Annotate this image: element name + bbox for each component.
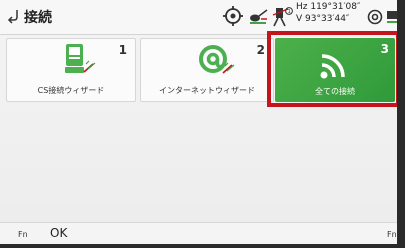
screen: 接続 1 Hz 119°31′08″ V 93°33′44″ 1 CS接続ウィザ… <box>0 0 405 248</box>
device-bezel <box>0 244 405 248</box>
fn-key-left[interactable]: Fn <box>18 230 28 239</box>
at-sign-status-icon[interactable] <box>366 5 384 27</box>
instrument-level-icon[interactable]: 1 <box>270 5 294 27</box>
internet-wizard-tile[interactable]: 2 インターネットウィザード <box>140 38 274 102</box>
tile-label: インターネットウィザード <box>159 86 255 95</box>
svg-text:1: 1 <box>288 9 291 15</box>
softkey-bar: Fn OK Fn <box>0 222 405 245</box>
target-prism-icon[interactable] <box>222 5 244 27</box>
controller-connect-icon <box>65 44 96 73</box>
at-sign-icon <box>199 45 235 74</box>
page-title: 接続 <box>24 10 52 26</box>
hz-angle-readout: Hz 119°31′08″ <box>296 2 361 12</box>
selection-highlight <box>267 31 400 107</box>
ok-button[interactable]: OK <box>50 226 67 240</box>
device-bezel <box>397 0 405 248</box>
laser-ir-icon[interactable] <box>247 5 269 27</box>
header-bar: 接続 1 Hz 119°31′08″ V 93°33′44″ <box>0 0 405 35</box>
tile-label: CS接続ウィザード <box>37 86 105 95</box>
v-angle-readout: V 93°33′44″ <box>296 14 350 24</box>
tile-number: 2 <box>256 43 265 57</box>
fn-key-right[interactable]: Fn <box>387 230 397 239</box>
back-arrow-icon[interactable] <box>7 8 21 24</box>
cs-connection-wizard-tile[interactable]: 1 CS接続ウィザード <box>6 38 136 102</box>
tile-number: 1 <box>118 43 127 57</box>
